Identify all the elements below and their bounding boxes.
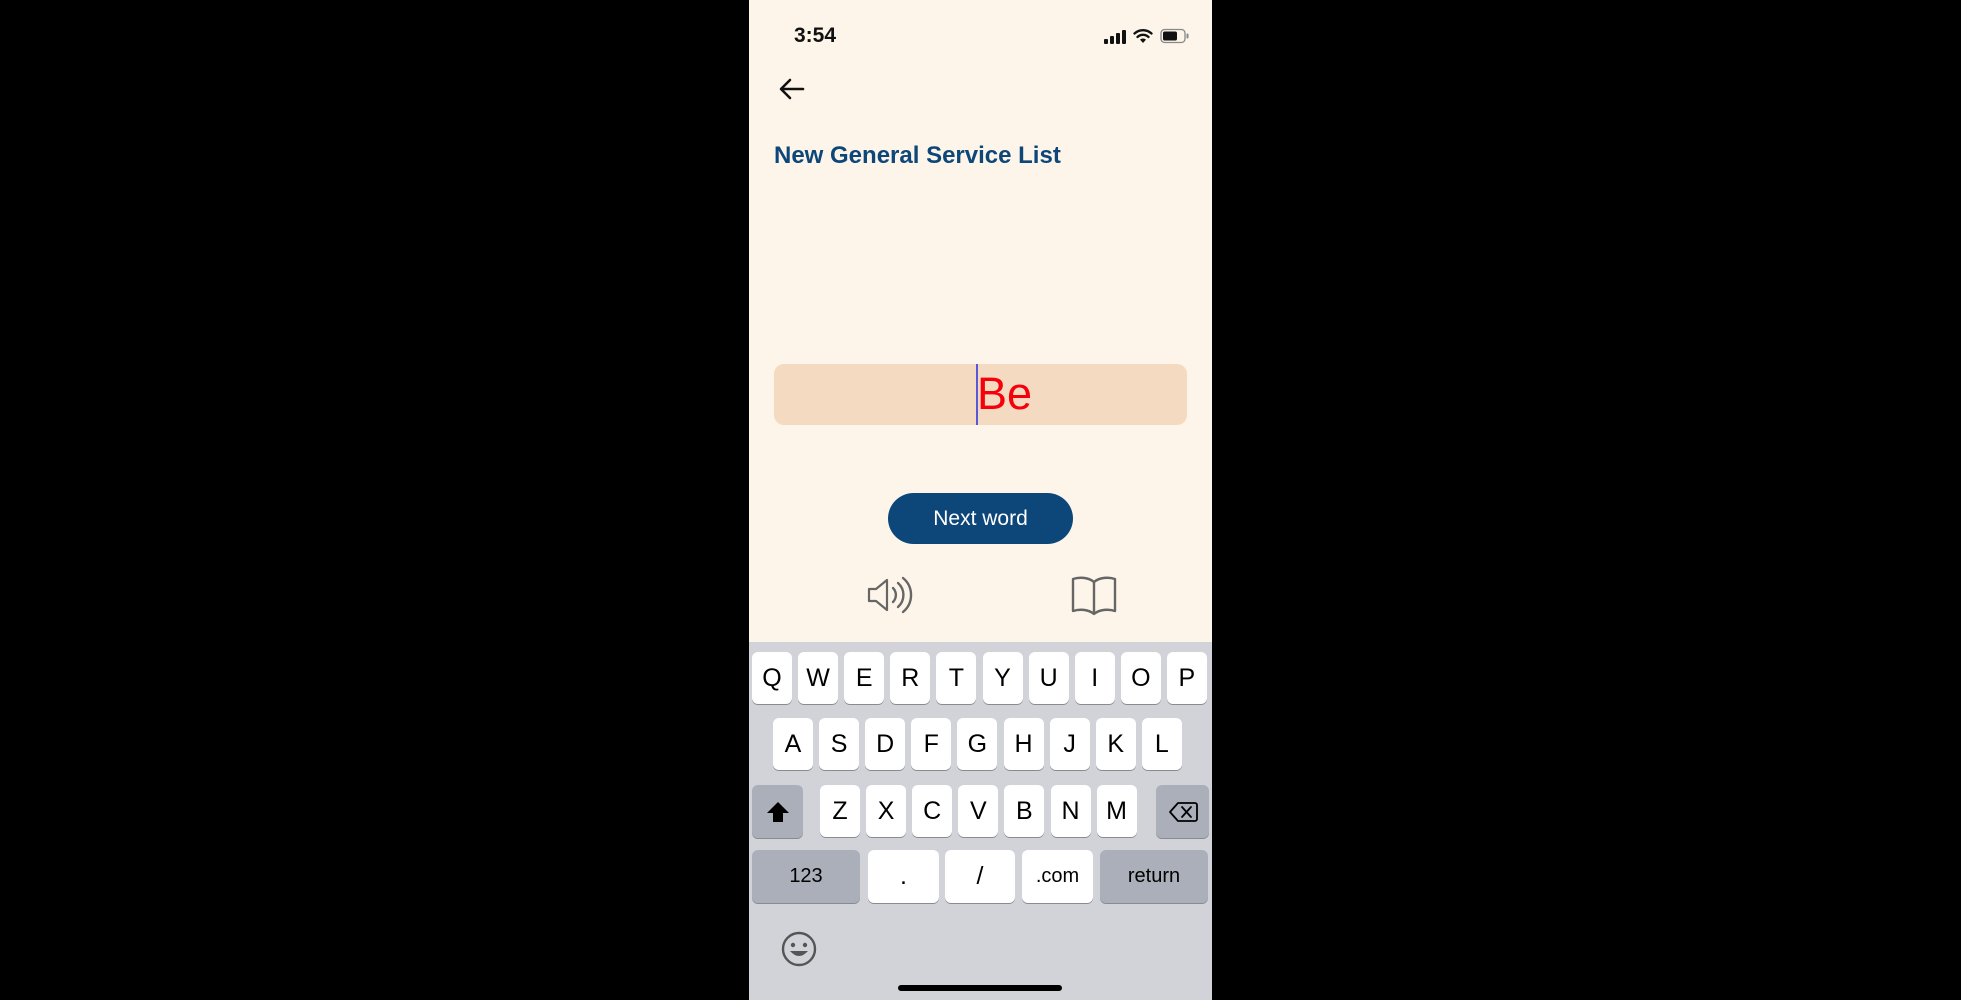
status-icons <box>1104 26 1190 46</box>
key-q[interactable]: Q <box>752 652 792 704</box>
wifi-icon <box>1133 29 1153 43</box>
key-u[interactable]: U <box>1028 652 1069 704</box>
key-o[interactable]: O <box>1120 652 1161 704</box>
key-f[interactable]: F <box>911 718 952 770</box>
key-l[interactable]: L <box>1141 718 1182 770</box>
dotcom-key[interactable]: .com <box>1022 850 1093 903</box>
emoji-icon[interactable] <box>779 929 819 969</box>
key-j[interactable]: J <box>1049 718 1090 770</box>
battery-icon <box>1160 28 1189 44</box>
page-title: New General Service List <box>774 142 1061 169</box>
shift-key[interactable] <box>752 785 803 838</box>
key-b[interactable]: B <box>1004 785 1045 837</box>
key-c[interactable]: C <box>912 785 953 837</box>
slash-key[interactable]: / <box>945 850 1015 903</box>
status-time: 3:54 <box>794 24 837 47</box>
key-a[interactable]: A <box>773 718 813 770</box>
key-e[interactable]: E <box>844 652 885 704</box>
back-button[interactable] <box>774 72 810 106</box>
home-indicator <box>898 985 1062 991</box>
key-g[interactable]: G <box>957 718 998 770</box>
key-h[interactable]: H <box>1003 718 1044 770</box>
phone-screen: 3:54 New General Service List Be Next wo… <box>749 0 1212 1000</box>
key-t[interactable]: T <box>936 652 977 704</box>
keyboard: 123 . / .com return QWERTYUIOP ASDFGHJKL Z… <box>749 642 1212 1000</box>
book-icon[interactable] <box>1069 574 1119 616</box>
key-s[interactable]: S <box>819 718 860 770</box>
dot-key[interactable]: . <box>868 850 939 903</box>
cellular-signal-icon <box>1104 28 1126 44</box>
answer-text: Be <box>977 368 1033 419</box>
key-m[interactable]: M <box>1096 785 1137 837</box>
key-n[interactable]: N <box>1050 785 1091 837</box>
key-y[interactable]: Y <box>982 652 1023 704</box>
key-z[interactable]: Z <box>820 785 860 837</box>
numbers-key[interactable]: 123 <box>752 850 860 903</box>
answer-input[interactable]: Be <box>774 364 1187 425</box>
shift-icon <box>766 801 789 822</box>
next-word-button[interactable]: Next word <box>888 493 1073 544</box>
key-p[interactable]: P <box>1166 652 1207 704</box>
arrow-left-icon <box>779 78 805 100</box>
delete-key[interactable] <box>1156 785 1209 838</box>
key-v[interactable]: V <box>958 785 999 837</box>
return-key[interactable]: return <box>1100 850 1208 903</box>
key-x[interactable]: X <box>866 785 907 837</box>
key-k[interactable]: K <box>1095 718 1136 770</box>
delete-icon <box>1168 801 1198 822</box>
key-i[interactable]: I <box>1074 652 1115 704</box>
key-w[interactable]: W <box>798 652 839 704</box>
key-d[interactable]: D <box>865 718 906 770</box>
key-r[interactable]: R <box>890 652 931 704</box>
speaker-icon[interactable] <box>865 574 913 616</box>
